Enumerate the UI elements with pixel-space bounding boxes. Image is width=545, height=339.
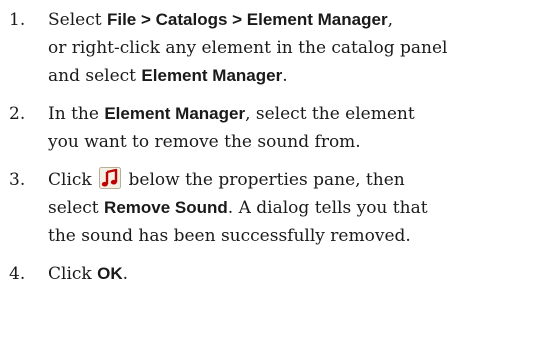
step-number: 4. <box>9 264 26 284</box>
step-text: . <box>282 66 288 86</box>
step-text: or right-click any element in the catalo… <box>48 38 448 58</box>
step-text: select <box>48 198 105 218</box>
step-text: the sound has been successfully removed. <box>48 226 411 246</box>
step-text: In the <box>48 104 105 124</box>
step-text: Select <box>48 10 107 30</box>
step-text: , <box>387 10 393 30</box>
step-number: 2. <box>9 104 26 124</box>
step-text: . A dialog tells you that <box>227 198 428 218</box>
step-text: Click <box>48 264 98 284</box>
step-text: . <box>122 264 129 284</box>
menu-path-file-catalogs-element-manager: File > Catalogs > Element Manager <box>106 10 388 29</box>
menu-item-remove-sound: Remove Sound <box>104 198 228 217</box>
step-4: 4. Click OK. <box>0 260 545 288</box>
step-3: 3. Click below the properties pane, then… <box>0 166 545 250</box>
ui-label-ok: OK <box>97 264 123 283</box>
step-number: 1. <box>9 10 26 30</box>
step-text: and select <box>48 66 142 86</box>
step-number: 3. <box>9 170 26 190</box>
music-note-sound-icon <box>99 167 122 189</box>
ui-label-element-manager: Element Manager <box>141 66 283 85</box>
ui-label-element-manager: Element Manager <box>104 104 246 123</box>
instruction-list: 1. Select File > Catalogs > Element Mana… <box>0 6 545 298</box>
step-2: 2. In the Element Manager, select the el… <box>0 100 545 156</box>
step-text: below the properties pane, then <box>123 170 405 190</box>
step-text: Click <box>48 170 98 190</box>
step-1: 1. Select File > Catalogs > Element Mana… <box>0 6 545 90</box>
step-text: , select the element <box>245 104 415 124</box>
step-text: you want to remove the sound from. <box>48 132 361 152</box>
